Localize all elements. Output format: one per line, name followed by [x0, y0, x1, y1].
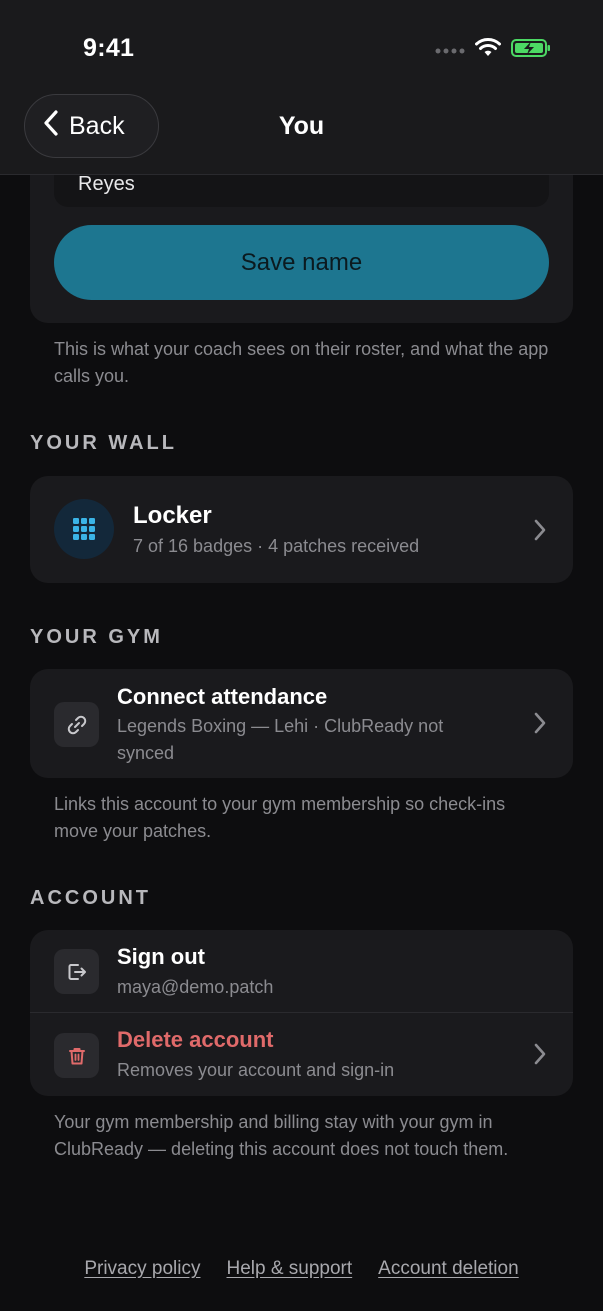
chevron-right-icon: [534, 712, 546, 734]
delete-account-title: Delete account: [117, 1027, 274, 1052]
locker-title: Locker: [133, 502, 212, 529]
battery-icon: [511, 38, 551, 63]
sign-out-icon: [54, 949, 99, 994]
connect-attendance-row[interactable]: Connect attendance Legends Boxing — Lehi…: [30, 669, 573, 778]
page-title: You: [278, 112, 325, 140]
name-card: Reyes Save name: [30, 175, 573, 323]
link-icon: [54, 702, 99, 747]
footer-links: Privacy policy Help & support Account de…: [0, 1258, 603, 1280]
locker-subtitle: 7 of 16 badges · 4 patches received: [133, 536, 420, 556]
sign-out-row[interactable]: Sign out maya@demo.patch: [30, 930, 573, 1012]
delete-account-subtitle: Removes your account and sign-in: [117, 1060, 395, 1080]
delete-account-row[interactable]: Delete account Removes your account and …: [30, 1013, 573, 1096]
sign-out-title: Sign out: [117, 944, 205, 969]
locker-row[interactable]: Locker 7 of 16 badges · 4 patches receiv…: [30, 476, 573, 583]
sign-out-email: maya@demo.patch: [117, 977, 274, 997]
status-time: 9:41: [83, 34, 135, 62]
privacy-policy-link[interactable]: Privacy policy: [84, 1258, 200, 1280]
last-name-value: Reyes: [78, 175, 135, 195]
scroll-content[interactable]: Reyes Save name This is what your coach …: [0, 175, 603, 1311]
signal-icon: [435, 42, 465, 60]
name-helper-text: This is what your coach sees on their ro…: [54, 339, 549, 386]
chevron-right-icon: [534, 1043, 546, 1065]
status-bar: 9:41: [0, 0, 603, 92]
section-header-gym: YOUR GYM: [30, 626, 163, 648]
connect-attendance-title: Connect attendance: [117, 684, 328, 709]
nav-bar: Back You: [0, 92, 603, 175]
account-helper-text: Your gym membership and billing stay wit…: [54, 1112, 509, 1159]
status-icons: [435, 38, 551, 63]
account-deletion-link[interactable]: Account deletion: [378, 1258, 519, 1280]
wifi-icon: [475, 38, 501, 63]
last-name-field[interactable]: Reyes: [54, 175, 549, 207]
help-support-link[interactable]: Help & support: [226, 1258, 352, 1280]
section-header-wall: YOUR WALL: [30, 432, 177, 454]
account-card: Sign out maya@demo.patch Delete account …: [30, 930, 573, 1096]
chevron-right-icon: [534, 519, 546, 541]
grid-icon: [54, 499, 114, 559]
section-header-account: ACCOUNT: [30, 887, 151, 909]
save-name-button[interactable]: Save name: [54, 225, 549, 300]
trash-icon: [54, 1033, 99, 1078]
connect-attendance-subtitle: Legends Boxing — Lehi · ClubReady not sy…: [117, 716, 444, 763]
gym-helper-text: Links this account to your gym membershi…: [54, 794, 506, 841]
